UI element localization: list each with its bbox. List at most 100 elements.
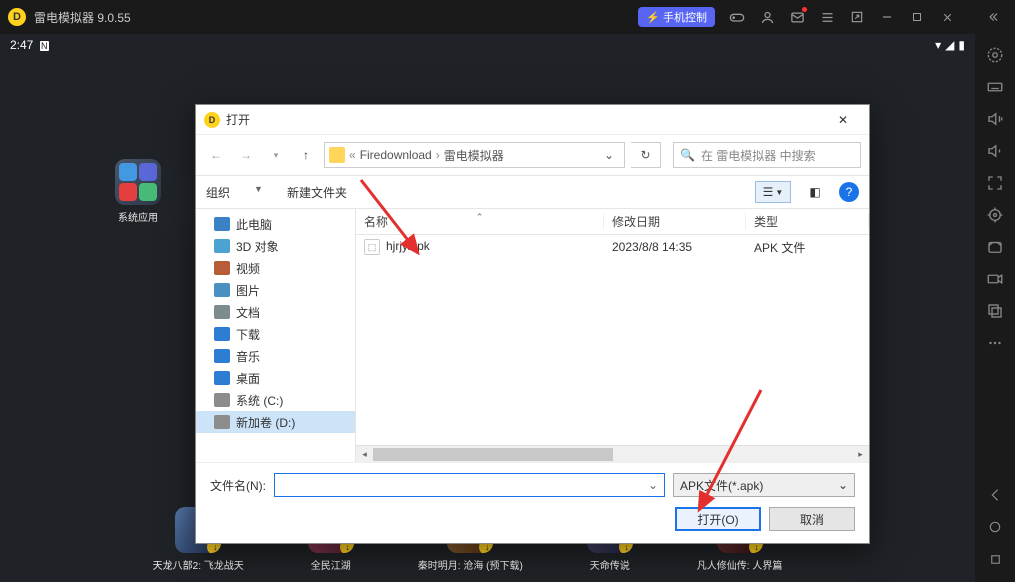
file-row[interactable]: ⬚hjrjy.apk2023/8/8 14:35APK 文件 <box>356 235 869 259</box>
fullscreen-icon[interactable] <box>979 168 1011 198</box>
breadcrumb-seg-2[interactable]: 雷电模拟器 <box>444 147 504 164</box>
locate-icon[interactable] <box>979 200 1011 230</box>
more-icon[interactable] <box>979 328 1011 358</box>
tree-node-label: 音乐 <box>236 348 260 365</box>
breadcrumb-overflow[interactable]: « <box>349 148 356 162</box>
system-apps-label: 系统应用 <box>108 209 168 224</box>
tree-node-icon <box>214 393 230 407</box>
view-preview-button[interactable]: ◧ <box>797 181 833 203</box>
filename-dropdown-icon[interactable]: ⌄ <box>648 478 658 492</box>
tree-node-label: 3D 对象 <box>236 238 279 255</box>
dialog-close-button[interactable]: ✕ <box>825 108 861 132</box>
folder-tree[interactable]: 此电脑 3D 对象视频图片文档下载音乐桌面系统 (C:) 新加卷 (D:) <box>196 209 356 462</box>
address-dropdown[interactable]: ⌄ <box>598 148 620 162</box>
tree-node[interactable]: 音乐 <box>196 345 355 367</box>
cancel-button-label: 取消 <box>800 511 824 528</box>
file-name: hjrjy.apk <box>386 239 430 253</box>
nav-back-button[interactable]: ← <box>204 143 228 167</box>
nav-recent-dropdown[interactable]: ▾ <box>264 143 288 167</box>
tree-node[interactable]: 文档 <box>196 301 355 323</box>
tree-node[interactable]: 此电脑 <box>196 213 355 235</box>
search-placeholder: 在 雷电模拟器 中搜索 <box>701 147 816 164</box>
recents-nav-icon[interactable] <box>979 544 1011 574</box>
phone-control-label: 手机控制 <box>663 9 707 25</box>
help-button[interactable]: ? <box>839 182 859 202</box>
mail-icon[interactable] <box>783 3 811 31</box>
column-date[interactable]: 修改日期 <box>612 213 660 230</box>
tree-node[interactable]: 新加卷 (D:) <box>196 411 355 433</box>
new-folder-button[interactable]: 新建文件夹 <box>287 184 347 201</box>
app-logo: D <box>8 8 26 26</box>
horizontal-scrollbar[interactable]: ◂ ▸ <box>356 445 869 462</box>
tree-node-label: 桌面 <box>236 370 260 387</box>
open-button-label: 打开(O) <box>697 511 738 528</box>
tree-node-icon <box>214 261 230 275</box>
tree-node-label: 视频 <box>236 260 260 277</box>
file-date: 2023/8/8 14:35 <box>604 240 746 254</box>
cancel-button[interactable]: 取消 <box>769 507 855 531</box>
tree-node[interactable]: 桌面 <box>196 367 355 389</box>
file-type: APK 文件 <box>746 239 869 256</box>
tree-node-icon <box>214 239 230 253</box>
filetype-value: APK文件(*.apk) <box>680 477 763 494</box>
tree-node[interactable]: 系统 (C:) <box>196 389 355 411</box>
filename-input[interactable]: ⌄ <box>274 473 665 497</box>
gamepad-icon[interactable] <box>723 3 751 31</box>
breadcrumb-seg-1[interactable]: Firedownload <box>360 148 432 162</box>
tree-node[interactable]: 图片 <box>196 279 355 301</box>
tree-node-icon <box>214 415 230 429</box>
settings-icon[interactable] <box>979 40 1011 70</box>
view-details-button[interactable]: ☰ ▼ <box>755 181 791 203</box>
dock-app-label: 天命传说 <box>587 557 633 572</box>
chevron-right-icon: › <box>436 148 440 162</box>
open-button[interactable]: 打开(O) <box>675 507 761 531</box>
emulator-toolbar <box>975 34 1015 582</box>
column-type[interactable]: 类型 <box>754 213 778 230</box>
volume-up-icon[interactable] <box>979 104 1011 134</box>
nav-forward-button[interactable]: → <box>234 143 258 167</box>
home-nav-icon[interactable] <box>979 512 1011 542</box>
dock-app-label: 全民江湖 <box>308 557 354 572</box>
organize-menu[interactable]: 组织 <box>206 184 230 201</box>
minimize-button[interactable] <box>873 3 901 31</box>
tree-node-label: 系统 (C:) <box>236 392 283 409</box>
tree-node-icon <box>214 217 230 231</box>
refresh-button[interactable]: ↻ <box>631 142 661 168</box>
app-titlebar: D 雷电模拟器 9.0.55 ⚡ 手机控制 <box>0 0 1015 34</box>
address-bar[interactable]: « Firedownload › 雷电模拟器 ⌄ <box>324 142 625 168</box>
close-button[interactable] <box>933 3 961 31</box>
tree-node[interactable]: 下载 <box>196 323 355 345</box>
tree-node-icon <box>214 327 230 341</box>
multi-instance-icon[interactable] <box>979 296 1011 326</box>
user-icon[interactable] <box>753 3 781 31</box>
maximize-button[interactable] <box>903 3 931 31</box>
menu-icon[interactable] <box>813 3 841 31</box>
filetype-dropdown[interactable]: APK文件(*.apk) ⌄ <box>673 473 855 497</box>
back-nav-icon[interactable] <box>979 480 1011 510</box>
keyboard-icon[interactable] <box>979 72 1011 102</box>
column-name[interactable]: 名称 <box>364 213 388 230</box>
collapse-sidebar-icon[interactable] <box>979 3 1007 31</box>
record-icon[interactable] <box>979 264 1011 294</box>
app-title: 雷电模拟器 9.0.55 <box>34 9 638 26</box>
tree-node-label: 下载 <box>236 326 260 343</box>
nav-up-button[interactable]: ↑ <box>294 143 318 167</box>
search-input[interactable]: 🔍 在 雷电模拟器 中搜索 <box>673 142 861 168</box>
tree-node[interactable]: 3D 对象 <box>196 235 355 257</box>
phone-control-button[interactable]: ⚡ 手机控制 <box>638 7 715 27</box>
scroll-left-button[interactable]: ◂ <box>356 446 373 463</box>
file-list-rows[interactable]: ⬚hjrjy.apk2023/8/8 14:35APK 文件 <box>356 235 869 445</box>
file-list-header[interactable]: ⌃名称 修改日期 类型 <box>356 209 869 235</box>
tree-node-icon <box>214 349 230 363</box>
scroll-thumb[interactable] <box>373 448 613 461</box>
tree-node-label: 图片 <box>236 282 260 299</box>
dialog-title: 打开 <box>226 111 825 128</box>
system-apps-folder[interactable]: 系统应用 <box>108 159 168 224</box>
volume-down-icon[interactable] <box>979 136 1011 166</box>
screenshot-icon[interactable] <box>979 232 1011 262</box>
tree-node[interactable]: 视频 <box>196 257 355 279</box>
scroll-right-button[interactable]: ▸ <box>852 446 869 463</box>
chevron-down-icon: ⌄ <box>838 478 848 492</box>
tree-node-label: 文档 <box>236 304 260 321</box>
popout-icon[interactable] <box>843 3 871 31</box>
